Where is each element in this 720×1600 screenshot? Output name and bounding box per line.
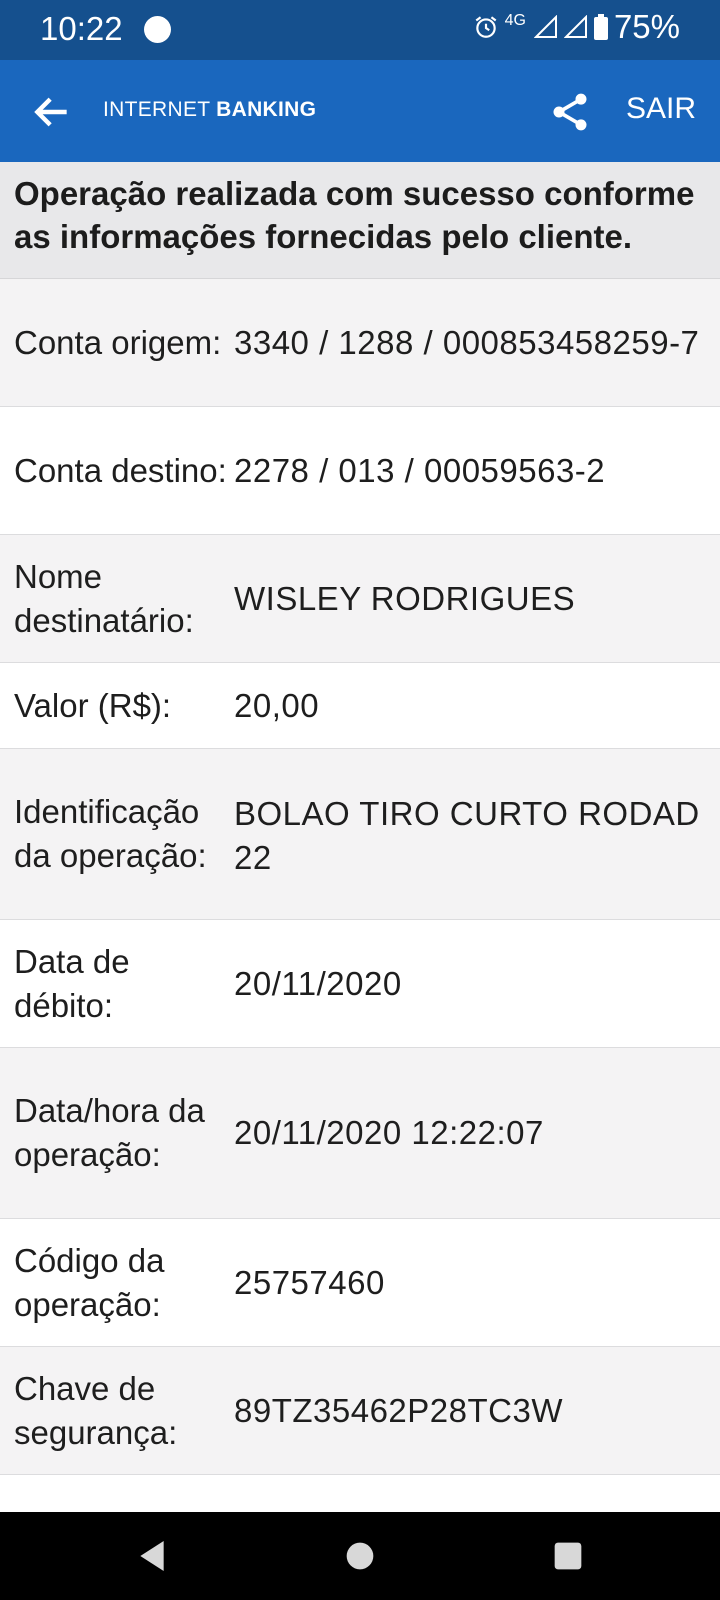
receipt-row-data-hora: Data/hora da operação: 20/11/2020 12:22:…: [0, 1048, 720, 1219]
receipt-row-conta-origem: Conta origem: 3340 / 1288 / 000853458259…: [0, 279, 720, 407]
receipt-row-conta-destino: Conta destino: 2278 / 013 / 00059563-2: [0, 407, 720, 535]
app-bar: INTERNET BANKING SAIR: [0, 60, 720, 162]
receipt-row-nome-destinatario: Nome destinatário: WISLEY RODRIGUES: [0, 535, 720, 663]
row-value: 20,00: [234, 686, 320, 724]
network-type: 4G: [504, 12, 526, 29]
row-label: Conta origem:: [14, 323, 222, 361]
exit-button[interactable]: SAIR: [626, 92, 696, 126]
nav-back-icon[interactable]: [132, 1536, 172, 1576]
row-label: Código da operação:: [14, 1241, 165, 1323]
status-icons: 4G 75%: [473, 8, 680, 46]
row-label: Chave de segurança:: [14, 1369, 178, 1451]
row-value: BOLAO TIRO CURTO RODAD 22: [234, 795, 700, 876]
nav-home-icon[interactable]: [340, 1536, 380, 1576]
battery-icon: [593, 14, 608, 40]
row-value: 20/11/2020 12:22:07: [234, 1114, 544, 1151]
notification-dot-icon: [144, 16, 171, 43]
row-value: 89TZ35462P28TC3W: [234, 1391, 563, 1429]
system-nav-bar: [0, 1512, 720, 1600]
row-value: 2278 / 013 / 00059563-2: [234, 451, 606, 489]
row-value: 25757460: [234, 1263, 385, 1301]
receipt-content: Operação realizada com sucesso conforme …: [0, 162, 720, 1512]
clock: 10:22: [40, 10, 123, 47]
receipt-row-chave-seguranca: Chave de segurança: 89TZ35462P28TC3W: [0, 1347, 720, 1475]
receipt-row-codigo: Código da operação: 25757460: [0, 1219, 720, 1347]
back-arrow-icon[interactable]: [30, 90, 74, 134]
row-label: Nome destinatário:: [14, 557, 194, 639]
battery-level: 75%: [613, 8, 680, 45]
receipt-row-valor: Valor (R$): 20,00: [0, 663, 720, 749]
row-label: Valor (R$):: [14, 686, 172, 724]
row-label: Conta destino:: [14, 451, 227, 489]
row-label: Data de débito:: [14, 942, 130, 1024]
row-value: 3340 / 1288 / 000853458259-7: [234, 323, 700, 361]
receipt-row-data-debito: Data de débito: 20/11/2020: [0, 920, 720, 1048]
receipt-row-identificacao: Identificação da operação: BOLAO TIRO CU…: [0, 749, 720, 920]
app-title: INTERNET BANKING: [103, 98, 316, 122]
row-label: Data/hora da operação:: [14, 1092, 205, 1173]
row-value: 20/11/2020: [234, 964, 402, 1002]
status-bar: 10:22 4G 75%: [0, 0, 720, 60]
signal-icon: [533, 15, 557, 38]
brand-light: INTERNET: [103, 98, 217, 121]
share-icon[interactable]: [548, 90, 592, 134]
signal-icon-2: [563, 15, 587, 38]
alarm-icon: [475, 16, 496, 38]
nav-recents-icon[interactable]: [548, 1536, 588, 1576]
brand-bold: BANKING: [216, 98, 317, 121]
row-value: WISLEY RODRIGUES: [234, 579, 576, 617]
success-message: Operação realizada com sucesso conforme …: [0, 162, 720, 279]
row-label: Identificação da operação:: [14, 793, 207, 874]
